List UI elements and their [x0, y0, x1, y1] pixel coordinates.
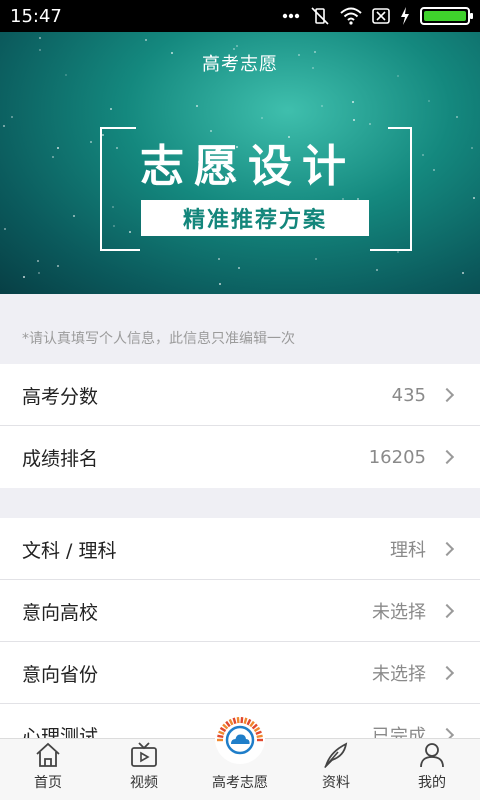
tab-label: 资料 [322, 775, 350, 791]
row-value: 未选择 [372, 602, 426, 623]
row-target-province[interactable]: 意向省份 未选择 [0, 642, 480, 704]
row-label: 文科 / 理科 [22, 539, 117, 562]
chevron-right-icon [439, 541, 455, 557]
chevron-right-icon [439, 603, 455, 619]
tab-video[interactable]: 视频 [96, 739, 192, 800]
tab-label: 视频 [130, 775, 158, 791]
row-label: 成绩排名 [22, 447, 99, 470]
more-dots-icon [282, 13, 300, 19]
feather-icon [324, 742, 348, 768]
home-icon [36, 742, 60, 767]
tab-label: 我的 [418, 775, 446, 791]
banner: 高考志愿 志愿设计 精准推荐方案 [0, 32, 480, 294]
row-value: 未选择 [372, 664, 426, 685]
tab-home[interactable]: 首页 [0, 739, 96, 800]
banner-header-title: 高考志愿 [202, 54, 278, 75]
vibrate-icon [311, 7, 329, 25]
charging-icon [401, 7, 409, 25]
chevron-right-icon [439, 387, 455, 403]
row-value: 16205 [368, 446, 426, 468]
row-label: 意向省份 [22, 663, 99, 686]
chevron-right-icon [439, 449, 455, 465]
banner-subtitle-box: 精准推荐方案 [141, 200, 369, 236]
tab-label: 首页 [34, 775, 62, 791]
banner-subtitle: 精准推荐方案 [182, 208, 327, 233]
row-subject-type[interactable]: 文科 / 理科 理科 [0, 518, 480, 580]
status-bar: 15:47 [0, 0, 480, 32]
tab-gaokao-volunteer[interactable]: 高考志愿 [192, 714, 288, 800]
row-value: 435 [391, 384, 426, 406]
video-icon [131, 742, 157, 767]
status-time: 15:47 [10, 5, 62, 27]
no-sim-icon [372, 8, 390, 24]
info-notice: *请认真填写个人信息，此信息只准编辑一次 [0, 294, 480, 364]
banner-big-title: 志愿设计 [140, 141, 356, 192]
status-icons [282, 6, 473, 26]
row-value: 理科 [390, 540, 426, 561]
row-label: 高考分数 [22, 385, 99, 408]
sun-cloud-icon [215, 714, 265, 764]
tab-label: 高考志愿 [212, 775, 268, 791]
wifi-icon [340, 7, 362, 25]
person-icon [420, 743, 444, 768]
row-target-college[interactable]: 意向高校 未选择 [0, 580, 480, 642]
section-gap [0, 488, 480, 518]
battery-icon [420, 7, 473, 25]
row-score[interactable]: 高考分数 435 [0, 364, 480, 426]
row-label: 意向高校 [22, 601, 99, 624]
tab-mine[interactable]: 我的 [384, 739, 480, 800]
tab-materials[interactable]: 资料 [288, 739, 384, 800]
row-rank[interactable]: 成绩排名 16205 [0, 426, 480, 488]
chevron-right-icon [439, 665, 455, 681]
bottom-tab-bar: 首页 视频 高考志愿 资料 我的 [0, 714, 480, 800]
